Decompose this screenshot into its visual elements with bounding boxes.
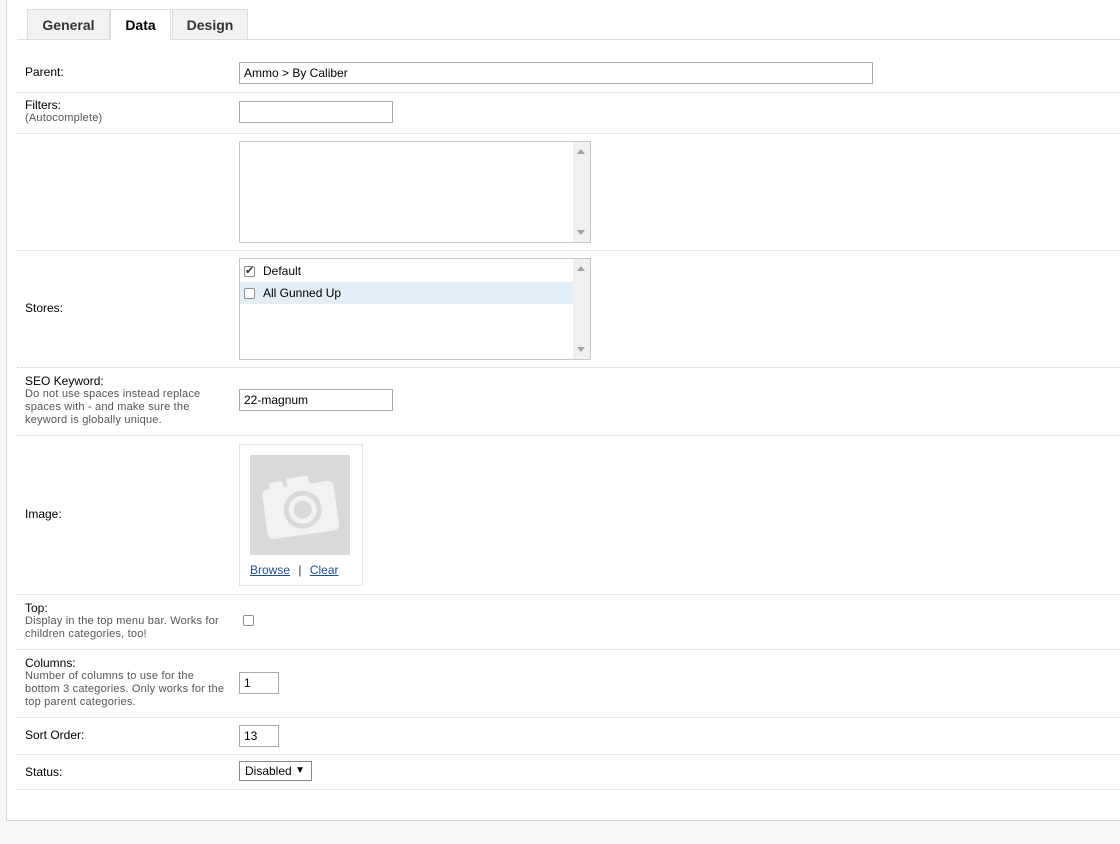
tab-bar: General Data Design	[17, 9, 1120, 40]
parent-input[interactable]	[239, 62, 873, 84]
columns-row: Columns: Number of columns to use for th…	[17, 649, 1120, 718]
image-label: Image:	[25, 507, 62, 521]
top-checkbox[interactable]	[243, 615, 254, 626]
scroll-up-icon[interactable]	[577, 149, 585, 154]
store-item-all-gunned-up[interactable]: All Gunned Up	[240, 282, 573, 304]
sort-order-input[interactable]	[239, 725, 279, 747]
filters-help: (Autocomplete)	[25, 112, 103, 124]
filters-input[interactable]	[239, 101, 393, 123]
category-form-panel: General Data Design Parent: Filters: (Au…	[6, 0, 1120, 821]
store-item-label: Default	[263, 264, 302, 278]
columns-input[interactable]	[239, 672, 279, 694]
image-link-separator: |	[298, 563, 302, 577]
seo-keyword-help: Do not use spaces instead replace spaces…	[25, 388, 201, 426]
filters-listbox-scrollbar[interactable]	[573, 142, 590, 242]
image-thumbnail-box: Browse | Clear	[239, 444, 363, 586]
scroll-down-icon[interactable]	[577, 230, 585, 235]
seo-keyword-input[interactable]	[239, 389, 393, 411]
camera-icon[interactable]	[250, 455, 350, 555]
image-browse-link[interactable]: Browse	[250, 563, 290, 577]
store-all-gunned-up-checkbox[interactable]	[244, 287, 255, 299]
store-item-default[interactable]: Default	[240, 260, 573, 282]
image-actions: Browse | Clear	[250, 563, 339, 577]
scroll-down-icon[interactable]	[577, 347, 585, 352]
image-clear-link[interactable]: Clear	[310, 563, 339, 577]
tab-design[interactable]: Design	[172, 9, 248, 39]
stores-listbox-scrollbar[interactable]	[573, 259, 590, 359]
status-label: Status:	[25, 765, 63, 779]
seo-keyword-row: SEO Keyword: Do not use spaces instead r…	[17, 367, 1120, 436]
top-help: Display in the top menu bar. Works for c…	[25, 615, 219, 640]
filters-row: Filters: (Autocomplete)	[17, 92, 1120, 134]
image-row: Image: Browse | Clear	[17, 435, 1120, 595]
status-row: Status: Disabled ▼	[17, 754, 1120, 790]
parent-row: Parent:	[17, 54, 1120, 93]
status-select[interactable]: Disabled ▼	[239, 761, 312, 781]
tab-general[interactable]: General	[27, 9, 110, 39]
stores-row: Stores: Default All Gunned Up	[17, 250, 1120, 368]
caret-down-icon: ▼	[295, 765, 305, 776]
seo-keyword-label: SEO Keyword:	[25, 374, 104, 388]
status-selected-value: Disabled	[245, 764, 292, 778]
stores-label: Stores:	[25, 301, 64, 315]
tab-data[interactable]: Data	[110, 9, 171, 40]
filters-listbox[interactable]	[239, 141, 591, 243]
filters-label: Filters:	[25, 98, 61, 112]
store-default-checkbox[interactable]	[244, 264, 255, 277]
columns-help: Number of columns to use for the bottom …	[25, 670, 225, 708]
stores-listbox: Default All Gunned Up	[239, 258, 591, 360]
parent-label: Parent:	[25, 65, 64, 79]
top-row: Top: Display in the top menu bar. Works …	[17, 594, 1120, 650]
scroll-up-icon[interactable]	[577, 266, 585, 271]
columns-label: Columns:	[25, 656, 76, 670]
sort-order-label: Sort Order:	[25, 728, 85, 742]
filters-list-row	[17, 133, 1120, 251]
sort-order-row: Sort Order:	[17, 717, 1120, 755]
store-item-label: All Gunned Up	[263, 286, 342, 300]
top-label: Top:	[25, 601, 48, 615]
